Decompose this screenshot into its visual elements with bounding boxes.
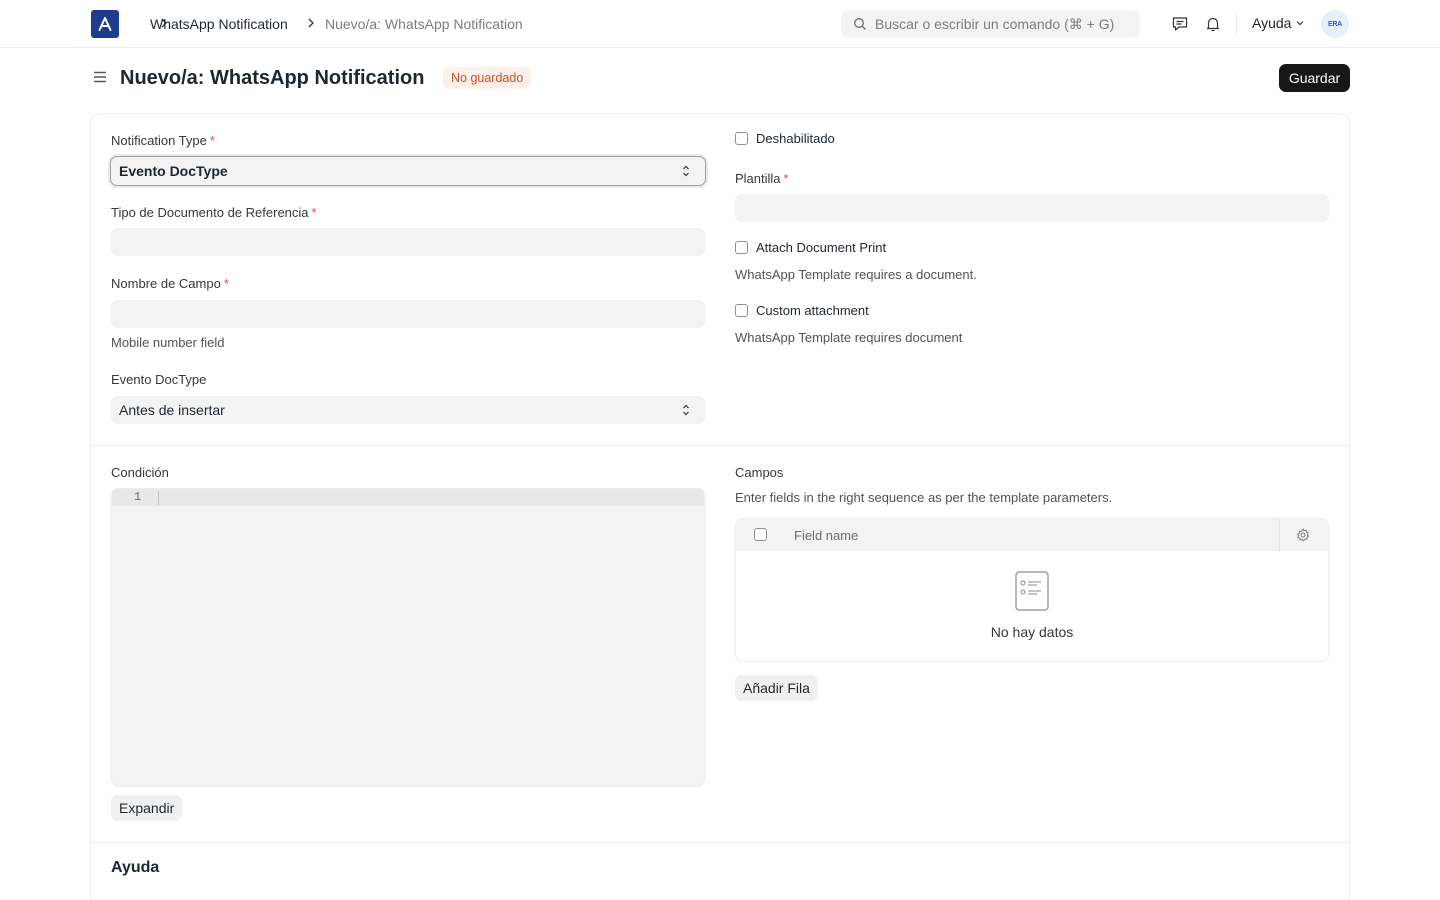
attach-document-print-row[interactable]: Attach Document Print (735, 240, 886, 255)
column-divider (1279, 519, 1280, 551)
fields-table-header: Field name (736, 519, 1328, 551)
custom-attachment-row[interactable]: Custom attachment (735, 303, 869, 318)
doctype-event-select[interactable]: Antes de insertar (111, 396, 705, 424)
doctype-event-label: Evento DocType (111, 372, 207, 387)
condition-label: Condición (111, 465, 169, 480)
fields-label: Campos (735, 465, 784, 480)
help-section-title[interactable]: Ayuda (111, 858, 159, 878)
save-button[interactable]: Guardar (1279, 64, 1350, 92)
notification-type-value: Evento DocType (119, 163, 228, 179)
help-dropdown[interactable]: Ayuda (1252, 15, 1305, 31)
navbar: WhatsApp Notification Nuevo/a: WhatsApp … (0, 0, 1440, 48)
line-number: 1 (134, 490, 142, 504)
custom-attachment-label: Custom attachment (756, 303, 869, 318)
reference-doctype-input[interactable] (111, 228, 705, 256)
add-row-button[interactable]: Añadir Fila (735, 675, 818, 701)
logo-icon (98, 17, 112, 31)
fields-table: Field name No hay datos (735, 518, 1329, 662)
disabled-label: Deshabilitado (756, 131, 835, 146)
field-name-label: Nombre de Campo * (111, 276, 229, 291)
select-chevron-icon (683, 165, 689, 177)
avatar[interactable]: ERA (1321, 10, 1349, 38)
sidebar-toggle-icon[interactable] (91, 68, 109, 86)
search-input[interactable]: Buscar o escribir un comando (⌘ + G) (841, 10, 1140, 38)
navbar-divider (1236, 12, 1237, 36)
attach-document-print-label: Attach Document Print (756, 240, 887, 255)
custom-attachment-checkbox[interactable] (735, 304, 748, 317)
page-title: Nuevo/a: WhatsApp Notification (120, 67, 425, 89)
fields-description: Enter fields in the right sequence as pe… (735, 490, 1113, 505)
template-label: Plantilla * (735, 171, 789, 186)
custom-attachment-description: WhatsApp Template requires document (735, 330, 963, 345)
field-name-description: Mobile number field (111, 335, 225, 350)
chevron-right-icon (308, 18, 314, 28)
attach-document-print-description: WhatsApp Template requires a document. (735, 267, 977, 282)
page-header: Nuevo/a: WhatsApp Notification No guarda… (0, 48, 1440, 108)
select-chevron-icon (683, 404, 689, 416)
attach-document-print-checkbox[interactable] (735, 241, 748, 254)
active-line-highlight (112, 489, 704, 506)
expand-button[interactable]: Expandir (111, 795, 183, 821)
empty-state-text: No hay datos (990, 624, 1074, 640)
gear-icon[interactable] (1296, 528, 1310, 542)
condition-code-editor[interactable]: 1 (111, 488, 705, 787)
app-logo[interactable] (91, 10, 119, 38)
disabled-checkbox[interactable] (735, 132, 748, 145)
section-divider (91, 842, 1349, 843)
breadcrumb-whatsapp-notification[interactable]: WhatsApp Notification (150, 15, 288, 33)
template-input[interactable] (735, 194, 1329, 222)
empty-list-icon (1015, 571, 1049, 611)
field-name-input[interactable] (111, 300, 705, 328)
help-label: Ayuda (1252, 15, 1292, 31)
search-placeholder: Buscar o escribir un comando (⌘ + G) (875, 15, 1115, 32)
chevron-down-icon (1297, 21, 1304, 26)
reference-doctype-label: Tipo de Documento de Referencia * (111, 205, 317, 220)
notification-type-select[interactable]: Evento DocType (110, 156, 706, 186)
chat-icon[interactable] (1170, 14, 1190, 34)
notification-bell-icon[interactable] (1203, 14, 1223, 34)
section-divider (91, 445, 1349, 446)
column-header-field-name: Field name (794, 528, 859, 543)
doctype-event-value: Antes de insertar (119, 402, 225, 418)
select-all-checkbox[interactable] (754, 528, 767, 541)
notification-type-label: Notification Type * (111, 133, 215, 148)
status-badge: No guardado (443, 67, 532, 89)
help-section-subtitle: ... (111, 892, 122, 900)
breadcrumb-current[interactable]: Nuevo/a: WhatsApp Notification (325, 15, 523, 33)
search-icon (854, 18, 866, 30)
editor-cursor (158, 491, 159, 505)
disabled-checkbox-row[interactable]: Deshabilitado (735, 131, 835, 146)
